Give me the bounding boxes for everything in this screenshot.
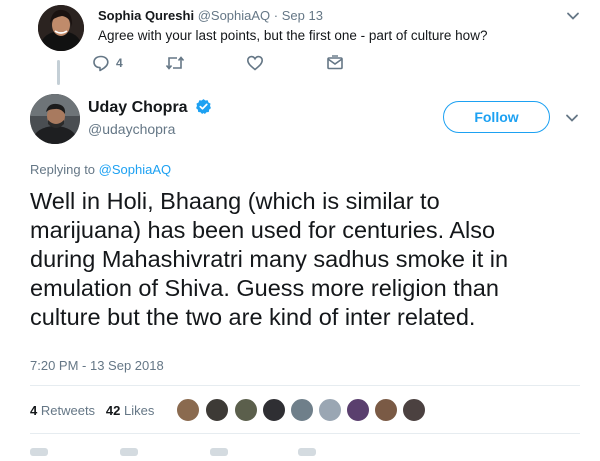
parent-tweet-header: Sophia Qureshi @SophiaAQ · Sep 13 bbox=[98, 8, 323, 24]
tweet-text-line: culture but the two are kind of inter re… bbox=[30, 304, 476, 330]
main-tweet-text: Well in Holi, Bhaang (which is similar t… bbox=[30, 187, 590, 332]
follow-button[interactable]: Follow bbox=[443, 101, 550, 133]
main-author-name-row: Uday Chopra bbox=[88, 98, 212, 121]
tweet-text-line: marijuana) has been used for centuries. … bbox=[30, 217, 496, 243]
retweet-icon[interactable] bbox=[165, 54, 185, 77]
reply-icon[interactable] bbox=[92, 54, 110, 77]
liker-avatar[interactable] bbox=[262, 398, 286, 422]
engagement-stats: 4 Retweets 42 Likes bbox=[30, 403, 154, 418]
liker-avatar[interactable] bbox=[346, 398, 370, 422]
divider bbox=[30, 433, 580, 434]
retweet-count: 4 bbox=[30, 403, 38, 418]
retweets-label: Retweets bbox=[40, 403, 96, 418]
parent-chevron-down-icon[interactable] bbox=[565, 8, 581, 29]
liker-avatar[interactable] bbox=[318, 398, 342, 422]
likes-label: Likes bbox=[124, 403, 155, 418]
divider bbox=[30, 385, 580, 386]
tweet-text-line: during Mahashivratri many sadhus smoke i… bbox=[30, 246, 509, 272]
liker-avatar[interactable] bbox=[176, 398, 200, 422]
tweet-timestamp[interactable]: 7:20 PM - 13 Sep 2018 bbox=[30, 358, 164, 373]
main-author-avatar[interactable] bbox=[30, 94, 80, 144]
replying-to-prefix: Replying to bbox=[30, 162, 96, 177]
like-count: 42 bbox=[105, 403, 121, 418]
thread-connector-line bbox=[57, 60, 60, 85]
reply-count: 4 bbox=[116, 56, 123, 70]
liker-avatar[interactable] bbox=[290, 398, 314, 422]
parent-author-avatar[interactable] bbox=[38, 5, 84, 51]
liker-avatar[interactable] bbox=[234, 398, 258, 422]
verified-badge-icon bbox=[195, 98, 212, 121]
liker-avatar[interactable] bbox=[402, 398, 426, 422]
main-author-handle[interactable]: @udaychopra bbox=[88, 120, 175, 138]
likes-stat[interactable]: 42 Likes bbox=[106, 403, 154, 418]
liker-avatar[interactable] bbox=[205, 398, 229, 422]
main-tweet-actions-partial bbox=[30, 443, 330, 456]
replying-to-line: Replying to @SophiaAQ bbox=[30, 162, 171, 177]
header-separator: · bbox=[273, 8, 279, 23]
parent-tweet-text: Agree with your last points, but the fir… bbox=[98, 28, 488, 43]
parent-author-handle[interactable]: @SophiaAQ bbox=[198, 8, 270, 23]
main-chevron-down-icon[interactable] bbox=[564, 110, 580, 131]
parent-author-name[interactable]: Sophia Qureshi bbox=[98, 8, 194, 23]
tweet-text-line: Well in Holi, Bhaang (which is similar t… bbox=[30, 188, 440, 214]
tweet-text-line: emulation of Shiva. Guess more religion … bbox=[30, 275, 499, 301]
direct-message-icon[interactable] bbox=[326, 54, 344, 77]
retweets-stat[interactable]: 4 Retweets bbox=[30, 403, 95, 418]
liker-avatar[interactable] bbox=[374, 398, 398, 422]
main-author-name[interactable]: Uday Chopra bbox=[88, 99, 188, 116]
like-icon[interactable] bbox=[246, 54, 264, 77]
replying-to-handle-link[interactable]: @SophiaAQ bbox=[99, 162, 171, 177]
parent-tweet-date[interactable]: Sep 13 bbox=[282, 8, 323, 23]
